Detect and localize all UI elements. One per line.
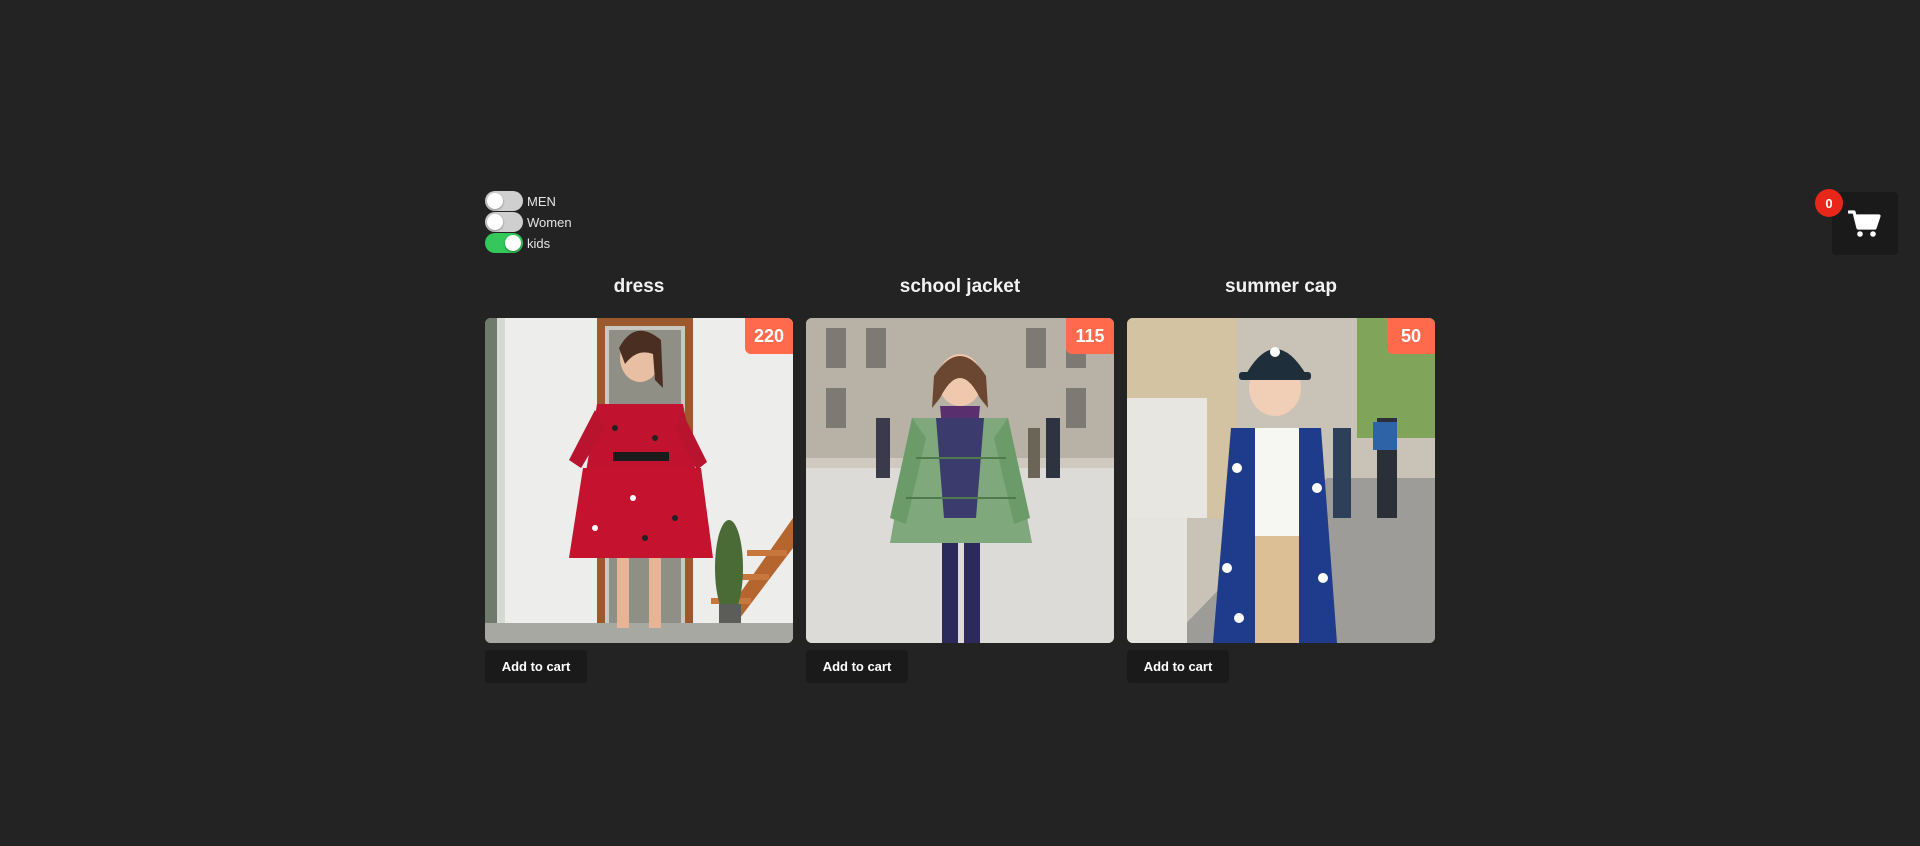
product-image: 50 xyxy=(1127,318,1435,643)
shopping-cart-icon xyxy=(1848,209,1881,237)
filter-label-men: MEN xyxy=(527,193,556,209)
filter-women[interactable]: Women xyxy=(485,212,572,232)
price-badge: 115 xyxy=(1066,318,1114,354)
cart-count-badge: 0 xyxy=(1815,189,1843,217)
dress-photo xyxy=(485,318,793,643)
filter-men[interactable]: MEN xyxy=(485,191,572,211)
men-toggle[interactable] xyxy=(485,191,523,211)
product-card: dress 220 Add to cart xyxy=(485,272,793,683)
product-title: summer cap xyxy=(1225,276,1337,297)
toggle-knob xyxy=(487,214,503,230)
product-image: 115 xyxy=(806,318,1114,643)
filter-label-kids: kids xyxy=(527,235,551,251)
product-title: school jacket xyxy=(899,276,1021,297)
add-to-cart-button[interactable]: Add to cart xyxy=(806,650,908,683)
summer-cap-photo xyxy=(1127,318,1435,643)
add-to-cart-button[interactable]: Add to cart xyxy=(1127,650,1229,683)
page: MEN Women kids 0 dress 220 Add to cart s… xyxy=(0,0,1920,846)
product-list: dress 220 Add to cart school jacket 115 … xyxy=(485,272,1435,683)
product-card: summer cap 50 Add to cart xyxy=(1127,272,1435,683)
add-to-cart-button[interactable]: Add to cart xyxy=(485,650,587,683)
school-jacket-photo xyxy=(806,318,1114,643)
category-filters: MEN Women kids xyxy=(485,191,572,253)
filter-kids[interactable]: kids xyxy=(485,233,572,253)
price-badge: 50 xyxy=(1387,318,1435,354)
kids-toggle[interactable] xyxy=(485,233,523,253)
toggle-knob xyxy=(505,235,521,251)
product-card: school jacket 115 Add to cart xyxy=(806,272,1114,683)
toggle-knob xyxy=(487,193,503,209)
product-title: dress xyxy=(613,276,665,297)
price-badge: 220 xyxy=(745,318,793,354)
product-image: 220 xyxy=(485,318,793,643)
women-toggle[interactable] xyxy=(485,212,523,232)
filter-label-women: Women xyxy=(527,214,572,230)
